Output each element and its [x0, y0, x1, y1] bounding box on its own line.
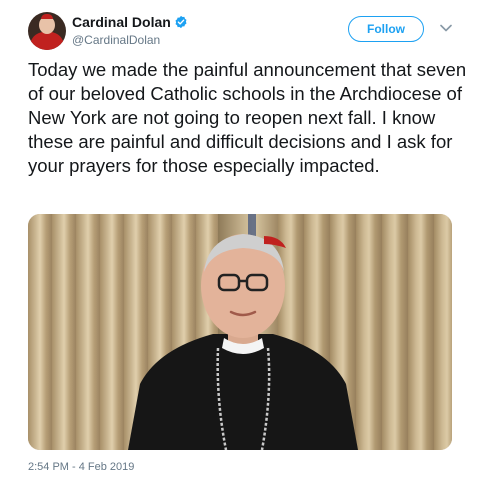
avatar-zucchetto: [41, 14, 53, 19]
author-block[interactable]: Cardinal Dolan @CardinalDolan: [72, 13, 188, 48]
follow-button[interactable]: Follow: [348, 16, 424, 42]
verified-badge-icon: [175, 15, 187, 29]
display-name[interactable]: Cardinal Dolan: [72, 13, 171, 31]
chevron-down-icon[interactable]: [440, 24, 452, 32]
avatar-cape: [30, 32, 64, 50]
tweet-card: Cardinal Dolan @CardinalDolan Follow Tod…: [0, 0, 480, 480]
tweet-text: Today we made the painful announcement t…: [28, 59, 467, 176]
speaker-figure: [128, 234, 358, 450]
avatar[interactable]: [28, 12, 66, 50]
timestamp[interactable]: 2:54 PM - 4 Feb 2019: [28, 460, 134, 474]
user-handle[interactable]: @CardinalDolan: [72, 32, 188, 48]
video-thumbnail[interactable]: [28, 214, 452, 450]
